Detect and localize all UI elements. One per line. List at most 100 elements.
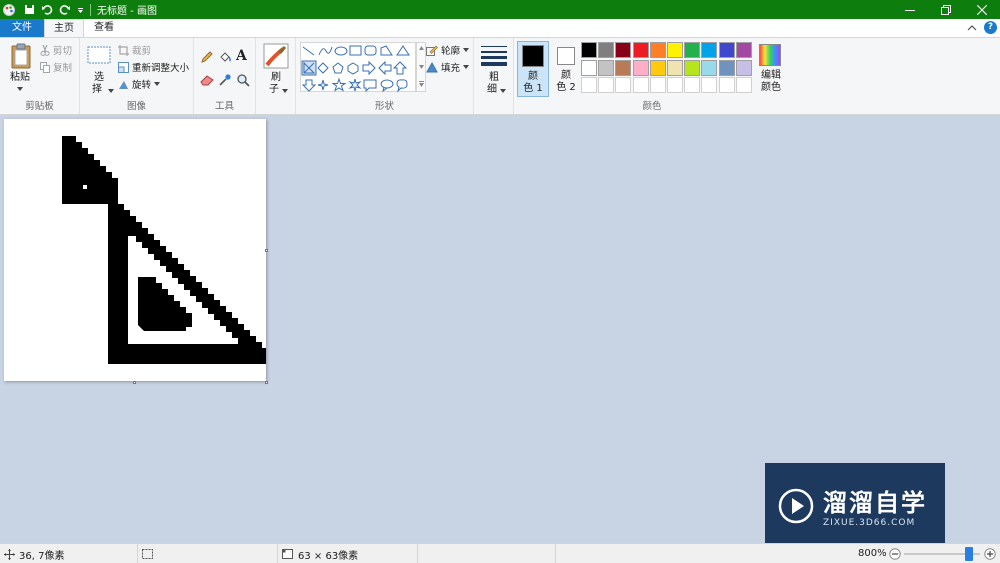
crop-label: 裁剪 — [132, 46, 152, 57]
palette-swatch[interactable] — [615, 59, 632, 76]
palette-swatch[interactable] — [598, 59, 615, 76]
resize-icon — [118, 61, 129, 73]
zoom-in-icon[interactable] — [984, 548, 996, 560]
zoom-slider-thumb[interactable] — [965, 547, 974, 561]
color1-label-1: 颜 — [528, 71, 538, 82]
fill-bucket-icon[interactable] — [218, 50, 232, 64]
custom-color-slot[interactable] — [649, 77, 666, 93]
resize-handle-corner[interactable] — [265, 381, 268, 384]
palette-swatch[interactable] — [632, 42, 649, 58]
palette-swatch[interactable] — [701, 59, 718, 76]
palette-swatch[interactable] — [718, 59, 735, 76]
ribbon: 粘贴 剪切 复制 剪贴板 选 择 裁剪 重新调整大小 旋转 图像 A 工具 刷 … — [0, 37, 1000, 115]
custom-color-slot[interactable] — [684, 77, 701, 93]
text-tool-icon[interactable]: A — [236, 48, 247, 64]
minimize-button[interactable] — [892, 0, 928, 19]
custom-color-slot[interactable] — [615, 77, 632, 93]
resize-handle-bottom[interactable] — [133, 381, 136, 384]
palette-swatch[interactable] — [581, 42, 597, 58]
colors-group: 颜 色 1 颜 色 2 编辑 颜色 颜色 — [514, 38, 790, 114]
rotate-button[interactable]: 旋转 — [118, 77, 161, 91]
shapes-gallery[interactable] — [300, 42, 416, 93]
palette-swatch[interactable] — [598, 42, 615, 58]
crop-button[interactable]: 裁剪 — [118, 43, 151, 57]
brushes-button[interactable]: 刷 子 — [258, 40, 294, 98]
size-label-1: 粗 — [489, 72, 499, 83]
edit-colors-button[interactable]: 编辑 颜色 — [754, 41, 788, 97]
zoom-out-icon[interactable] — [889, 548, 901, 560]
watermark-title: 溜溜自学 — [823, 489, 927, 517]
palette-swatch[interactable] — [667, 59, 683, 76]
drawing-canvas[interactable] — [4, 119, 266, 381]
copy-button[interactable]: 复制 — [40, 60, 72, 74]
status-bar: 36, 7像素 63 × 63像素 800% — [0, 543, 1000, 563]
close-button[interactable] — [964, 0, 1000, 19]
palette-swatch[interactable] — [667, 42, 683, 58]
palette-swatch[interactable] — [615, 42, 632, 58]
tab-home[interactable]: 主页 — [44, 19, 84, 37]
custom-color-slot[interactable] — [581, 77, 597, 93]
custom-color-slot[interactable] — [735, 77, 752, 93]
line-width-icon — [481, 46, 507, 66]
pencil-icon[interactable] — [200, 50, 214, 64]
select-button[interactable]: 选 择 — [84, 40, 114, 98]
custom-color-slot[interactable] — [598, 77, 615, 93]
brush-icon — [263, 43, 289, 69]
palette-swatch[interactable] — [701, 42, 718, 58]
title-bar: 无标题 - 画图 — [0, 0, 1000, 19]
cut-button[interactable]: 剪切 — [40, 43, 72, 57]
palette-swatch[interactable] — [735, 42, 752, 58]
rotate-label: 旋转 — [132, 80, 152, 91]
fill-button[interactable]: 填充 — [426, 60, 470, 74]
redo-icon[interactable] — [59, 4, 71, 15]
save-icon[interactable] — [24, 4, 35, 15]
scroll-up-icon[interactable] — [419, 46, 424, 50]
palette-swatch[interactable] — [718, 42, 735, 58]
shapes-scroll[interactable] — [416, 42, 426, 92]
collapse-ribbon-icon[interactable] — [966, 22, 978, 34]
resize-button[interactable]: 重新调整大小 — [118, 60, 189, 74]
eraser-icon[interactable] — [200, 73, 214, 87]
palette-swatch[interactable] — [581, 59, 597, 76]
size-button[interactable]: 粗 细 — [477, 40, 511, 98]
color2-button[interactable]: 颜 色 2 — [551, 41, 581, 97]
paste-button[interactable]: 粘贴 — [4, 40, 36, 98]
fill-icon — [426, 61, 438, 73]
paint-app-icon[interactable] — [2, 3, 16, 17]
tab-file[interactable]: 文件 — [0, 19, 44, 37]
outline-label: 轮廓 — [441, 46, 461, 57]
custom-color-slot[interactable] — [718, 77, 735, 93]
outline-pen-icon — [426, 45, 438, 56]
palette-swatch[interactable] — [684, 59, 701, 76]
scroll-down-icon[interactable] — [419, 65, 424, 69]
move-cursor-icon — [4, 548, 15, 560]
outline-button[interactable]: 轮廓 — [426, 43, 470, 57]
palette-swatch[interactable] — [649, 59, 666, 76]
palette-swatch[interactable] — [649, 42, 666, 58]
custom-color-slot[interactable] — [632, 77, 649, 93]
help-button[interactable]: ? — [984, 21, 997, 34]
palette-swatch[interactable] — [735, 59, 752, 76]
color2-label-1: 颜 — [561, 70, 571, 81]
resize-handle-right[interactable] — [265, 249, 268, 252]
paste-label: 粘贴 — [10, 72, 30, 83]
restore-icon — [941, 4, 951, 15]
custom-color-slot[interactable] — [667, 77, 683, 93]
magnifier-icon[interactable] — [236, 73, 250, 87]
resize-label: 重新调整大小 — [132, 63, 190, 74]
undo-icon[interactable] — [41, 4, 53, 15]
select-label-1: 选 — [94, 72, 104, 83]
color1-button[interactable]: 颜 色 1 — [517, 41, 549, 97]
custom-color-slot[interactable] — [701, 77, 718, 93]
scissors-icon — [40, 44, 50, 56]
palette-swatch[interactable] — [632, 59, 649, 76]
clipboard-group: 粘贴 剪切 复制 剪贴板 — [0, 38, 80, 114]
colors-group-label: 颜色 — [642, 101, 662, 112]
color1-swatch — [522, 45, 544, 67]
color-picker-icon[interactable] — [218, 73, 232, 87]
customize-quick-access-icon[interactable] — [77, 6, 84, 14]
tab-view[interactable]: 查看 — [84, 19, 124, 37]
palette-swatch[interactable] — [684, 42, 701, 58]
restore-button[interactable] — [928, 0, 964, 19]
expand-gallery-icon[interactable] — [419, 81, 424, 87]
